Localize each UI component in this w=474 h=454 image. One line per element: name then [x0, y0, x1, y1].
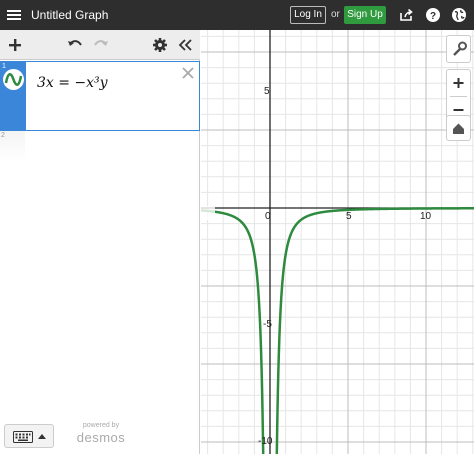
y-tick-label: -5 — [263, 319, 272, 330]
or-label: or — [331, 9, 340, 20]
expression-item-empty[interactable]: 2 — [0, 131, 200, 161]
curve-color-icon[interactable] — [3, 69, 24, 90]
curve-branch-right[interactable] — [275, 207, 474, 454]
keyboard-toggle-button[interactable] — [4, 424, 54, 448]
x-tick-label: 5 — [346, 211, 352, 222]
keyboard-icon — [13, 431, 33, 443]
share-icon[interactable] — [398, 7, 414, 23]
login-button[interactable]: Log In — [290, 6, 326, 24]
expression-index: 2 — [1, 132, 5, 139]
caret-up-icon — [38, 434, 46, 439]
collapse-icon[interactable] — [176, 36, 194, 54]
expression-gutter: 2 — [0, 131, 25, 161]
powered-by-label: powered by — [82, 422, 120, 429]
hamburger-menu-icon[interactable] — [6, 7, 22, 23]
minor-gridlines — [201, 30, 474, 454]
graph-svg: 0 5 10 5 -5 -10 — [201, 30, 474, 454]
app: Untitled Graph Log In or Sign Up ? 1 3x … — [0, 0, 474, 454]
settings-icon[interactable] — [151, 36, 169, 54]
wrench-icon[interactable] — [447, 36, 470, 62]
x-tick-label: 0 — [265, 211, 271, 222]
signup-button[interactable]: Sign Up — [344, 6, 386, 24]
y-tick-label: -10 — [258, 436, 273, 447]
home-icon[interactable] — [447, 116, 470, 142]
zoom-in-icon[interactable] — [447, 70, 470, 96]
x-tick-label: 10 — [420, 211, 432, 222]
y-tick-label: 5 — [264, 86, 270, 97]
redo-icon[interactable] — [92, 36, 110, 54]
svg-text:?: ? — [430, 11, 436, 22]
axes — [201, 30, 474, 454]
undo-icon[interactable] — [66, 36, 84, 54]
graph-title[interactable]: Untitled Graph — [31, 8, 108, 22]
expression-index: 1 — [2, 63, 6, 70]
expression-toolbar — [0, 30, 200, 60]
powered-by-desmos[interactable]: powered by desmos — [76, 422, 126, 445]
help-icon[interactable]: ? — [425, 7, 441, 23]
desmos-logo: desmos — [76, 430, 126, 445]
graph-settings-box — [446, 35, 471, 63]
home-box — [446, 115, 471, 141]
expression-item[interactable]: 1 3x = −x³y — [0, 61, 200, 131]
close-icon[interactable] — [181, 66, 195, 80]
expression-gutter[interactable]: 1 — [1, 62, 26, 130]
globe-icon[interactable] — [451, 7, 467, 23]
expression-panel: 1 3x = −x³y 2 powered by desmos — [0, 30, 200, 454]
graph-paper[interactable]: 0 5 10 5 -5 -10 — [201, 30, 474, 454]
expression-input[interactable]: 3x = −x³y — [37, 75, 108, 91]
major-gridlines — [201, 30, 474, 454]
add-icon[interactable] — [6, 36, 24, 54]
top-bar: Untitled Graph Log In or Sign Up ? — [0, 0, 474, 30]
